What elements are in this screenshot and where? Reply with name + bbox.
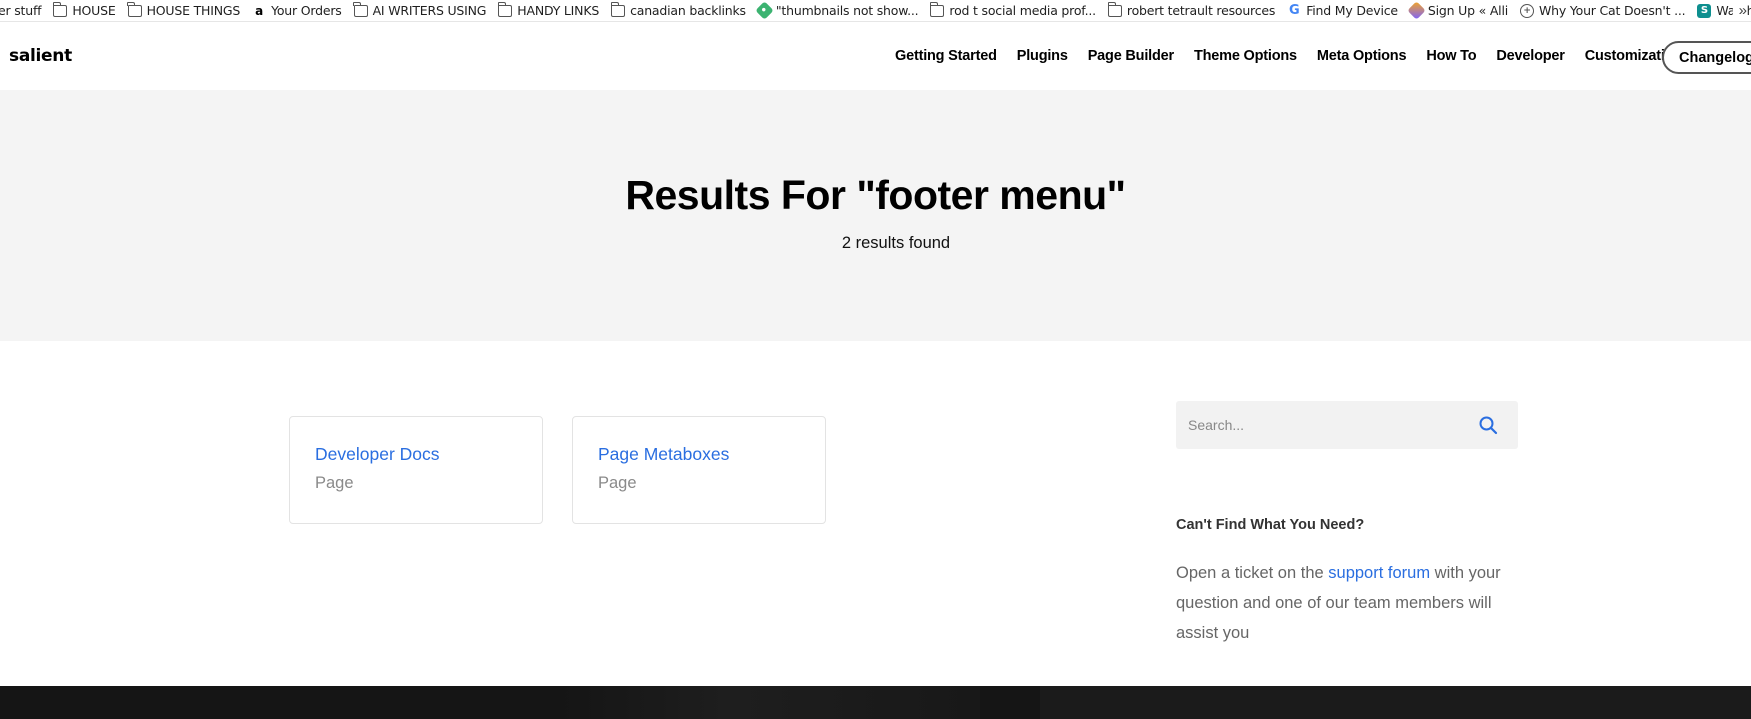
bookmark-label: "thumbnails not show... <box>775 3 919 18</box>
bookmark-label: rod t social media prof... <box>949 3 1096 18</box>
folder-icon <box>930 1 945 17</box>
folder-icon <box>353 1 368 17</box>
nav-page-builder[interactable]: Page Builder <box>1088 48 1174 64</box>
site-logo[interactable]: salient <box>9 46 72 66</box>
bookmarks-bar: er stuff HOUSE HOUSE THINGS a Your Orders… <box>0 0 1751 22</box>
support-forum-link[interactable]: support forum <box>1328 564 1430 582</box>
bookmark-label: HOUSE <box>72 3 116 18</box>
bookmark-item[interactable]: canadian backlinks <box>610 1 746 18</box>
main-nav: Getting Started Plugins Page Builder The… <box>895 22 1702 90</box>
bookmark-item[interactable]: + Why Your Cat Doesn't ... <box>1520 3 1686 18</box>
google-icon: G <box>1288 3 1300 18</box>
nav-plugins[interactable]: Plugins <box>1017 48 1068 64</box>
bookmark-label: Your Orders <box>271 3 342 18</box>
bookmark-item[interactable]: HOUSE <box>53 1 116 18</box>
bookmark-label: AI WRITERS USING <box>372 3 487 18</box>
footer-background-image <box>560 686 980 719</box>
site-header: salient Getting Started Plugins Page Bui… <box>0 22 1751 90</box>
result-card[interactable]: Developer Docs Page <box>289 416 543 524</box>
nav-getting-started[interactable]: Getting Started <box>895 48 997 64</box>
result-type: Page <box>598 474 637 492</box>
bookmark-label: er stuff <box>0 3 42 18</box>
bookmark-item[interactable]: er stuff <box>0 3 42 18</box>
result-type: Page <box>315 474 354 492</box>
folder-icon <box>497 1 513 17</box>
bookmark-item[interactable]: a Your Orders <box>252 3 342 18</box>
sidebar-heading: Can't Find What You Need? <box>1176 517 1365 533</box>
alli-icon <box>1407 1 1426 20</box>
search-input[interactable] <box>1176 401 1466 449</box>
stream-icon: S <box>1697 3 1712 18</box>
bookmark-label: robert tetrault resources <box>1126 3 1276 18</box>
bookmark-label: Sign Up « Alli <box>1427 3 1508 18</box>
bookmark-label: Why Your Cat Doesn't ... <box>1539 3 1686 18</box>
search-hero: Results For "footer menu" 2 results foun… <box>0 90 1751 341</box>
bookmark-item[interactable]: Sign Up « Alli <box>1407 1 1508 20</box>
bookmark-item[interactable]: HANDY LINKS <box>497 1 600 18</box>
result-title-link[interactable]: Developer Docs <box>315 444 440 465</box>
sidebar-search <box>1176 401 1518 449</box>
footer-background-image <box>1040 686 1751 719</box>
folder-icon <box>127 1 142 17</box>
bookmark-item[interactable]: • "thumbnails not show... <box>755 1 919 20</box>
folder-icon <box>1107 1 1122 17</box>
bookmark-item[interactable]: AI WRITERS USING <box>353 1 487 18</box>
changelog-button[interactable]: Changelog <box>1662 41 1751 74</box>
bookmark-label: canadian backlinks <box>630 3 746 18</box>
nav-theme-options[interactable]: Theme Options <box>1194 48 1297 64</box>
amazon-icon: a <box>255 3 264 18</box>
bookmark-item[interactable]: rod t social media prof... <box>930 1 1096 18</box>
bookmarks-more-icon[interactable]: » <box>1732 2 1747 19</box>
search-icon[interactable] <box>1478 415 1498 435</box>
results-count: 2 results found <box>841 234 951 252</box>
folder-icon <box>53 1 68 17</box>
bookmark-label: HOUSE THINGS <box>146 3 241 18</box>
tag-icon: • <box>755 1 774 20</box>
bookmark-item[interactable]: HOUSE THINGS <box>127 1 241 18</box>
nav-meta-options[interactable]: Meta Options <box>1317 48 1407 64</box>
nav-developer[interactable]: Developer <box>1496 48 1565 64</box>
bookmark-item[interactable]: G Find My Device <box>1287 3 1398 18</box>
help-text-before: Open a ticket on the <box>1176 564 1329 582</box>
result-title-link[interactable]: Page Metaboxes <box>598 444 729 465</box>
bookmark-label: HANDY LINKS <box>517 3 600 18</box>
globe-icon: + <box>1520 3 1534 18</box>
sidebar-help-text: Open a ticket on the support forum with … <box>1176 558 1516 648</box>
bookmark-item[interactable]: robert tetrault resources <box>1107 1 1276 18</box>
page-title: Results For "footer menu" <box>625 172 1126 218</box>
result-card[interactable]: Page Metaboxes Page <box>572 416 826 524</box>
nav-how-to[interactable]: How To <box>1426 48 1476 64</box>
bookmark-label: Find My Device <box>1306 3 1398 18</box>
folder-icon <box>610 1 626 17</box>
footer <box>0 686 1751 719</box>
